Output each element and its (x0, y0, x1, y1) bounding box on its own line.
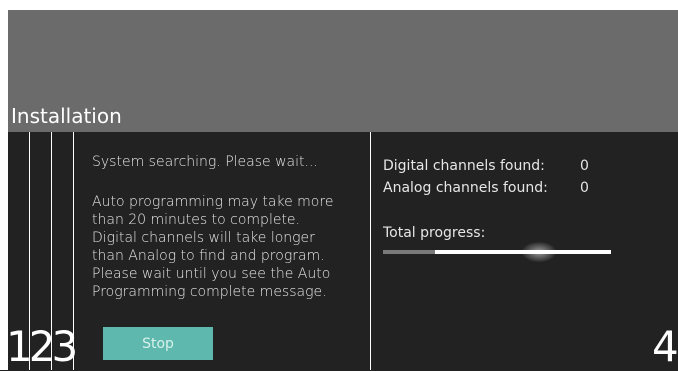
info-line: Please wait until you see the Auto (92, 266, 331, 282)
info-line: Programming complete message. (92, 284, 327, 300)
progress-label: Total progress: (383, 225, 486, 241)
status-text: System searching. Please wait... (92, 154, 318, 170)
info-line: Auto programming may take more (92, 194, 334, 210)
progress-bar (383, 250, 611, 254)
info-line: Digital channels will take longer (92, 230, 315, 246)
progress-bar-fill (383, 250, 435, 254)
center-divider-line (370, 132, 371, 370)
step-numbers-left: 123 (6, 322, 78, 371)
info-line: than 20 minutes to complete. (92, 212, 300, 228)
analog-channels-value: 0 (580, 180, 589, 196)
info-line: than Analog to find and program. (92, 248, 325, 264)
header-bar: Installation (8, 10, 678, 132)
analog-channels-label: Analog channels found: (383, 180, 548, 196)
digital-channels-label: Digital channels found: (383, 158, 545, 174)
step-number-right: 4 (652, 322, 678, 371)
page-title: Installation (11, 104, 122, 128)
progress-highlight (522, 242, 556, 262)
stop-button[interactable]: Stop (103, 327, 213, 360)
digital-channels-value: 0 (580, 158, 589, 174)
